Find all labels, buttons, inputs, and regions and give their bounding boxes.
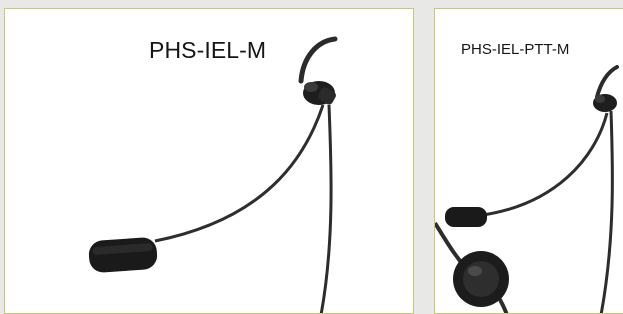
product-card-phs-iel-ptt-m[interactable]: PHS-IEL-PTT-M [434, 8, 623, 314]
microphone-foam [445, 207, 487, 227]
boom-arm [154, 104, 325, 243]
ear-hook [298, 36, 338, 84]
microphone-foam [88, 237, 158, 273]
cable [599, 110, 614, 313]
boom-arm [482, 112, 609, 217]
product-card-phs-iel-m[interactable]: PHS-IEL-M [4, 8, 414, 314]
cable [319, 104, 333, 313]
ear-hook [595, 65, 619, 99]
headset-ptt-photo [435, 65, 619, 313]
headset-photo [88, 36, 338, 313]
